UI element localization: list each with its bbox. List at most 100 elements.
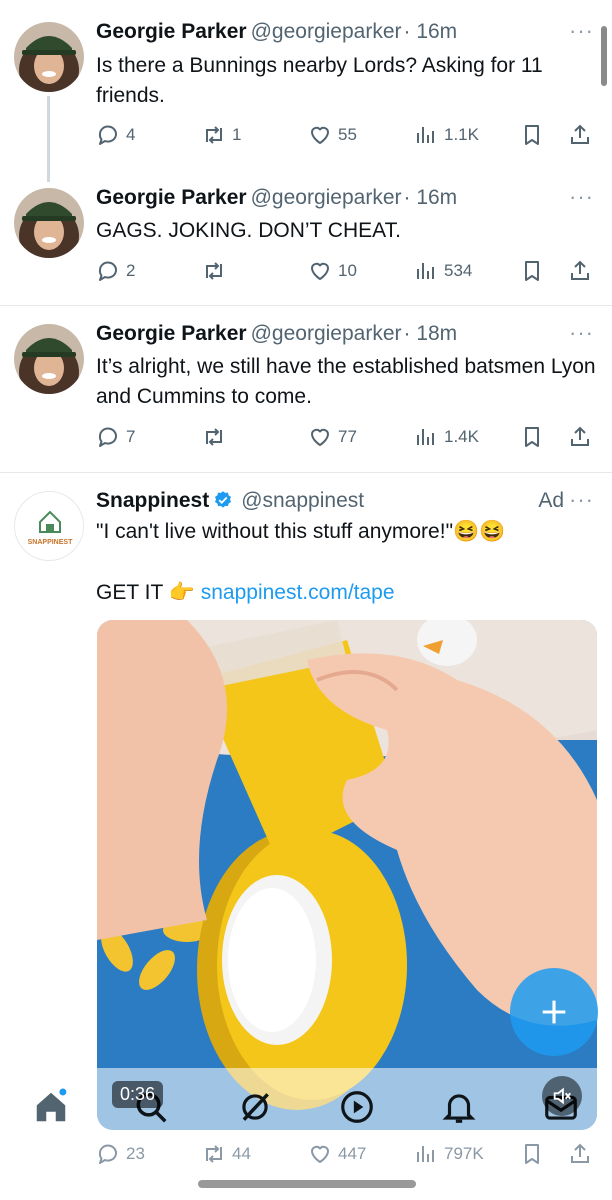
author-name[interactable]: Georgie Parker (96, 186, 247, 209)
bookmark-button[interactable] (520, 259, 544, 283)
ad-cta: GET IT 👉 snappinest.com/tape (96, 578, 598, 608)
action-bar: 2 10 534 (96, 256, 594, 286)
video-icon[interactable] (338, 1088, 376, 1126)
author-name[interactable]: Georgie Parker (96, 322, 247, 345)
tweet-text: GAGS. JOKING. DON’T CHEAT. (96, 219, 401, 242)
bookmark-button[interactable] (520, 1142, 544, 1166)
thread-line (47, 96, 50, 182)
tweet-header: Georgie Parker @georgieparker· 16m (96, 186, 592, 210)
cta-text: GET IT 👉 (96, 581, 195, 604)
bookmark-icon (520, 425, 544, 449)
author-handle[interactable]: @georgieparker (251, 322, 402, 345)
action-bar: 7 77 1.4K (96, 422, 594, 452)
like-button[interactable]: 77 (308, 425, 357, 449)
views-button[interactable]: 1.4K (414, 425, 479, 449)
ad-link[interactable]: snappinest.com/tape (201, 581, 395, 604)
mute-button[interactable] (542, 1076, 582, 1116)
reply-icon (96, 259, 120, 283)
heart-icon (308, 1142, 332, 1166)
compose-button[interactable] (510, 968, 598, 1056)
like-button[interactable]: 447 (308, 1142, 366, 1166)
share-button[interactable] (568, 1142, 592, 1166)
share-icon (568, 259, 592, 283)
reply-icon (96, 425, 120, 449)
views-icon (414, 123, 438, 147)
ad-avatar-text: SNAPPINEST (28, 539, 73, 546)
share-icon (568, 425, 592, 449)
reply-count: 2 (126, 261, 136, 280)
author-name[interactable]: Georgie Parker (96, 20, 247, 43)
bookmark-icon (520, 1142, 544, 1166)
reply-count: 23 (126, 1144, 145, 1163)
bottom-tab-bar (0, 1068, 612, 1148)
like-count: 447 (338, 1144, 367, 1163)
retweet-icon (202, 123, 226, 147)
reply-icon (96, 123, 120, 147)
tweet-header: Georgie Parker @georgieparker· 16m (96, 20, 592, 44)
heart-icon (308, 425, 332, 449)
timestamp[interactable]: · 16m (404, 20, 458, 43)
share-icon (568, 123, 592, 147)
video-timer: 0:36 (112, 1081, 164, 1108)
retweet-button[interactable]: 44 (202, 1142, 251, 1166)
views-button[interactable]: 534 (414, 259, 472, 283)
share-button[interactable] (568, 123, 592, 147)
retweet-icon (202, 259, 226, 283)
more-options-icon[interactable]: ··· (569, 487, 594, 513)
bookmark-icon (520, 259, 544, 283)
retweet-button[interactable]: 1 (202, 123, 241, 147)
retweet-count: 1 (232, 125, 242, 144)
ad-avatar[interactable]: SNAPPINEST (14, 491, 84, 561)
avatar[interactable] (14, 324, 84, 394)
author-name[interactable]: Snappinest (96, 489, 209, 512)
author-handle[interactable]: @snappinest (241, 489, 364, 512)
bookmark-button[interactable] (520, 123, 544, 147)
home-indicator[interactable] (198, 1180, 416, 1188)
tweet-header: Snappinest @snappinest (96, 489, 592, 513)
retweet-button[interactable] (202, 425, 232, 449)
tweet-2[interactable]: Georgie Parker @georgieparker· 16m ··· GA… (0, 180, 612, 305)
author-handle[interactable]: @georgieparker (251, 186, 402, 209)
like-button[interactable]: 10 (308, 259, 357, 283)
views-button[interactable]: 797K (414, 1142, 484, 1166)
reply-count: 7 (126, 427, 136, 446)
reply-button[interactable]: 7 (96, 425, 135, 449)
more-options-icon[interactable]: ··· (569, 18, 594, 44)
home-icon[interactable] (32, 1088, 70, 1126)
video-frame (97, 620, 597, 1130)
avatar[interactable] (14, 22, 84, 92)
snappinest-logo: SNAPPINEST (28, 510, 73, 546)
tweet-1[interactable]: Georgie Parker @georgieparker· 16m ··· Is… (0, 0, 612, 182)
view-count: 534 (444, 261, 473, 280)
timestamp[interactable]: · 18m (404, 322, 458, 345)
retweet-count: 44 (232, 1144, 251, 1163)
tweet-3[interactable]: Georgie Parker @georgieparker· 18m ··· It… (0, 306, 612, 471)
more-options-icon[interactable]: ··· (569, 320, 594, 346)
heart-icon (308, 123, 332, 147)
avatar[interactable] (14, 188, 84, 258)
reply-button[interactable]: 4 (96, 123, 135, 147)
verified-badge-icon (215, 491, 232, 508)
bell-icon[interactable] (440, 1088, 478, 1126)
more-options-icon[interactable]: ··· (569, 184, 594, 210)
view-count: 1.4K (444, 427, 479, 446)
ad-action-bar: 23 44 447 797K (96, 1139, 594, 1169)
views-icon (414, 259, 438, 283)
author-handle[interactable]: @georgieparker (251, 20, 402, 43)
like-count: 10 (338, 261, 357, 280)
reply-icon (96, 1142, 120, 1166)
reply-button[interactable]: 23 (96, 1142, 145, 1166)
timestamp[interactable]: · 16m (404, 186, 458, 209)
like-button[interactable]: 55 (308, 123, 357, 147)
share-button[interactable] (568, 259, 592, 283)
views-icon (414, 425, 438, 449)
retweet-button[interactable] (202, 259, 232, 283)
ad-video[interactable] (97, 620, 597, 1130)
share-button[interactable] (568, 425, 592, 449)
like-count: 55 (338, 125, 357, 144)
grok-icon[interactable] (236, 1088, 274, 1126)
tweet-text: Is there a Bunnings nearby Lords? Asking… (96, 54, 543, 107)
bookmark-button[interactable] (520, 425, 544, 449)
reply-button[interactable]: 2 (96, 259, 135, 283)
views-button[interactable]: 1.1K (414, 123, 479, 147)
